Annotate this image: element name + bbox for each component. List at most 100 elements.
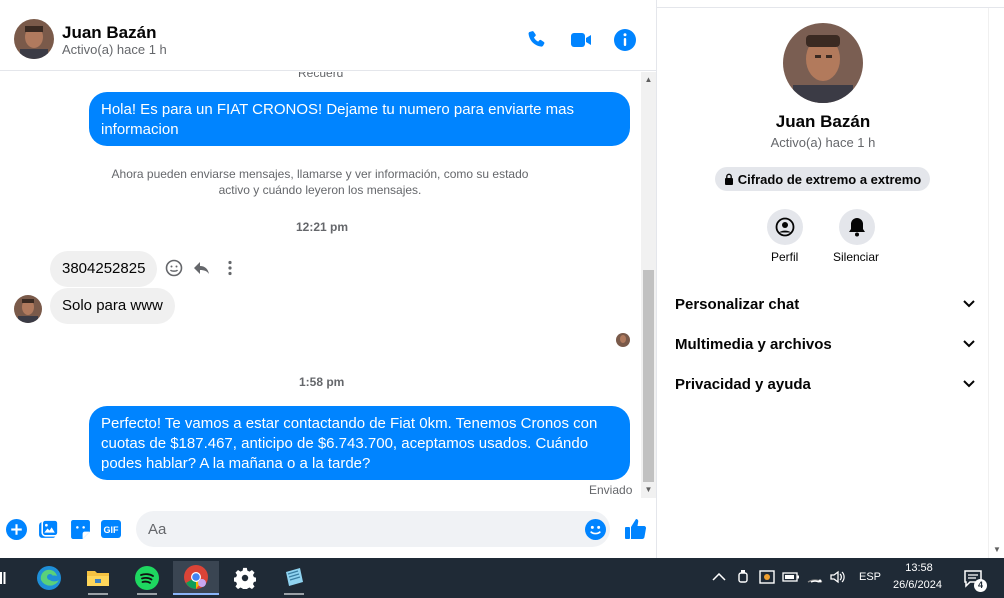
thumbs-up-icon xyxy=(625,519,647,540)
more-vertical-icon xyxy=(228,260,232,276)
call-button[interactable] xyxy=(524,27,550,53)
partial-message-text: Recuerd xyxy=(298,72,344,80)
sent-status: Enviado xyxy=(589,483,633,497)
notification-count-badge: 4 xyxy=(974,579,987,592)
security-icon[interactable] xyxy=(758,568,776,586)
info-icon xyxy=(614,29,636,51)
profile-button[interactable] xyxy=(767,209,803,245)
customize-chat-row[interactable]: Personalizar chat xyxy=(675,292,975,316)
running-indicator xyxy=(88,593,108,595)
lock-icon xyxy=(724,173,733,185)
svg-text:GIF: GIF xyxy=(104,525,120,535)
encryption-badge[interactable]: Cifrado de extremo a extremo xyxy=(715,167,930,191)
row-label: Personalizar chat xyxy=(675,295,800,313)
bell-icon xyxy=(849,218,865,237)
reply-button[interactable] xyxy=(192,258,212,278)
chrome-app[interactable] xyxy=(173,561,219,595)
notepad-icon xyxy=(286,568,303,586)
message-input[interactable] xyxy=(136,511,610,547)
chevron-down-icon xyxy=(963,340,975,348)
media-files-row[interactable]: Multimedia y archivos xyxy=(675,332,975,356)
outgoing-message[interactable]: Hola! Es para un FIAT CRONOS! Dejame tu … xyxy=(89,92,630,146)
file-explorer-app[interactable] xyxy=(75,561,121,595)
notifications-button[interactable]: 4 xyxy=(961,568,987,592)
volume-icon[interactable] xyxy=(829,568,847,586)
clock-date[interactable]: 26/6/2024 xyxy=(893,579,942,591)
user-circle-icon xyxy=(775,217,795,237)
incoming-message[interactable]: 3804252825 xyxy=(50,251,158,287)
conversation-info-button[interactable] xyxy=(612,27,638,53)
sticker-icon xyxy=(70,519,90,539)
outgoing-message[interactable]: Perfecto! Te vamos a estar contactando d… xyxy=(89,406,630,480)
like-button[interactable] xyxy=(623,516,649,542)
scroll-down-arrow[interactable]: ▼ xyxy=(644,485,653,494)
emoji-icon xyxy=(584,518,606,540)
contact-avatar[interactable] xyxy=(14,19,54,59)
battery-icon[interactable] xyxy=(782,568,800,586)
spotify-app[interactable] xyxy=(124,561,170,595)
timestamp: 1:58 pm xyxy=(299,375,345,389)
running-indicator xyxy=(137,593,157,595)
emoji-button[interactable] xyxy=(584,518,606,540)
folder-icon xyxy=(87,571,109,586)
settings-app[interactable] xyxy=(222,561,268,595)
edge-icon xyxy=(37,566,61,590)
scroll-thumb[interactable] xyxy=(643,270,654,482)
notes-app[interactable] xyxy=(271,561,317,595)
contact-status: Activo(a) hace 1 h xyxy=(62,42,167,57)
profile-status: Activo(a) hace 1 h xyxy=(770,135,876,150)
sender-avatar[interactable] xyxy=(14,295,42,323)
video-call-button[interactable] xyxy=(568,27,594,53)
seen-indicator-avatar xyxy=(616,333,630,347)
message-scrollbar[interactable]: ▲ ▼ xyxy=(641,72,656,498)
wifi-icon[interactable] xyxy=(806,568,824,586)
profile-button-label: Perfil xyxy=(771,250,799,264)
profile-name: Juan Bazán xyxy=(775,112,871,131)
chat-header: Juan Bazán Activo(a) hace 1 h xyxy=(0,8,656,71)
scroll-down-arrow[interactable]: ▼ xyxy=(993,545,1001,554)
encryption-label: Cifrado de extremo a extremo xyxy=(737,171,922,187)
task-view-icon[interactable] xyxy=(0,570,6,586)
contact-name[interactable]: Juan Bazán xyxy=(62,23,156,43)
more-actions-button[interactable] xyxy=(5,518,27,540)
sticker-button[interactable] xyxy=(69,518,91,540)
mute-button[interactable] xyxy=(839,209,875,245)
phone-icon xyxy=(528,31,545,47)
chevron-down-icon xyxy=(963,380,975,388)
usb-icon[interactable] xyxy=(734,568,752,586)
video-icon xyxy=(571,33,591,47)
profile-avatar[interactable] xyxy=(783,23,863,103)
clock-time[interactable]: 13:58 xyxy=(904,562,934,574)
privacy-help-row[interactable]: Privacidad y ayuda xyxy=(675,372,975,396)
composer: GIF xyxy=(0,504,656,552)
gif-button[interactable]: GIF xyxy=(100,518,122,540)
plus-circle-icon xyxy=(5,518,27,540)
edge-app[interactable] xyxy=(26,561,72,595)
chrome-icon xyxy=(184,565,208,589)
more-options-button[interactable] xyxy=(220,258,240,278)
screen: Juan Bazán Activo(a) hace 1 h Recuerd Ho… xyxy=(0,0,1004,598)
scroll-up-arrow[interactable]: ▲ xyxy=(644,75,653,84)
chevron-down-icon xyxy=(963,300,975,308)
timestamp: 12:21 pm xyxy=(296,220,349,234)
mute-button-label: Silenciar xyxy=(833,250,880,264)
smiley-icon xyxy=(165,259,183,277)
incoming-message[interactable]: Solo para www xyxy=(50,288,175,324)
message-list[interactable]: Recuerd Hola! Es para un FIAT CRONOS! De… xyxy=(0,72,640,498)
conversation-info-panel: Juan Bazán Activo(a) hace 1 h Cifrado de… xyxy=(658,8,988,558)
page-scrollbar[interactable]: ▼ xyxy=(988,8,1004,558)
row-label: Multimedia y archivos xyxy=(675,335,832,353)
image-icon xyxy=(38,518,59,538)
react-button[interactable] xyxy=(164,258,184,278)
spotify-icon xyxy=(135,566,159,590)
chat-panel: Juan Bazán Activo(a) hace 1 h Recuerd Ho… xyxy=(0,0,657,558)
gif-icon: GIF xyxy=(101,520,121,538)
chevron-up-icon[interactable] xyxy=(710,568,728,586)
reply-icon xyxy=(194,262,209,274)
system-notice: Ahora pueden enviarse mensajes, llamarse… xyxy=(111,167,529,197)
input-language[interactable]: ESP xyxy=(859,571,881,583)
attach-media-button[interactable] xyxy=(37,518,59,540)
windows-taskbar: ESP 13:58 26/6/2024 4 xyxy=(0,558,1004,598)
row-label: Privacidad y ayuda xyxy=(675,375,811,393)
gear-icon xyxy=(234,567,256,589)
